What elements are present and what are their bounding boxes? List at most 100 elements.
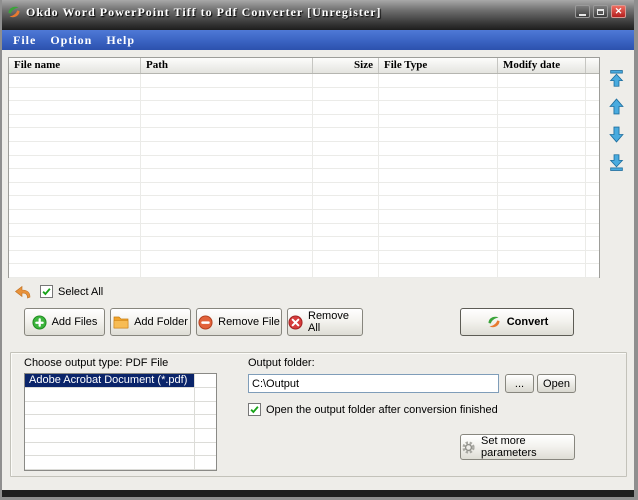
file-table-row — [9, 141, 599, 156]
file-table-row — [9, 223, 599, 238]
format-list-row[interactable] — [25, 429, 216, 443]
format-list-row[interactable] — [25, 456, 216, 471]
format-list-item-selected[interactable]: Adobe Acrobat Document (*.pdf) — [25, 374, 216, 388]
open-after-finish-checkbox[interactable]: Open the output folder after conversion … — [248, 403, 498, 416]
minimize-button[interactable] — [575, 5, 590, 18]
file-table-cell — [379, 155, 498, 169]
column-header-size[interactable]: Size — [313, 58, 379, 73]
file-table-cell — [313, 101, 379, 114]
move-to-bottom-button[interactable] — [608, 154, 625, 171]
checkbox-checked-icon — [248, 403, 261, 416]
menu-item-help[interactable]: Help — [99, 33, 142, 48]
file-table-cell — [141, 169, 313, 182]
file-table-cell — [498, 196, 586, 209]
move-up-button[interactable] — [608, 98, 625, 115]
file-table-cell — [9, 114, 141, 128]
file-table-cell — [141, 223, 313, 237]
menu-item-option[interactable]: Option — [43, 33, 99, 48]
file-table-cell — [586, 88, 599, 101]
format-list-label — [25, 456, 195, 470]
cross-icon — [288, 314, 303, 330]
format-list-row[interactable] — [25, 415, 216, 430]
file-table-cell — [379, 74, 498, 87]
file-table-cell — [379, 128, 498, 141]
file-table-cell — [498, 87, 586, 101]
set-more-parameters-button[interactable]: Set more parameters — [460, 434, 575, 460]
file-table-cell — [586, 196, 599, 209]
file-table-cell — [313, 196, 379, 209]
format-list-row[interactable] — [25, 442, 216, 457]
reorder-hint-arrow-icon — [15, 285, 31, 299]
maximize-button[interactable] — [593, 5, 608, 18]
file-table-cell — [141, 128, 313, 141]
file-table-cell — [586, 237, 599, 250]
close-button[interactable]: ✕ — [611, 5, 626, 18]
file-table-cell — [313, 169, 379, 182]
remove-file-button[interactable]: Remove File — [196, 308, 282, 336]
add-folder-button[interactable]: Add Folder — [110, 308, 191, 336]
format-list-gutter — [195, 456, 216, 469]
move-to-top-button[interactable] — [608, 70, 625, 87]
file-table-cell — [586, 169, 599, 182]
file-table-cell — [586, 224, 599, 237]
file-table-cell — [313, 209, 379, 223]
browse-button[interactable]: ... — [505, 374, 534, 393]
checkbox-checked-icon — [40, 285, 53, 298]
file-table-cell — [9, 209, 141, 223]
column-header-file-name[interactable]: File name — [9, 58, 141, 73]
column-header-file-type[interactable]: File Type — [379, 58, 498, 73]
format-list-gutter — [195, 388, 216, 401]
select-all-checkbox[interactable]: Select All — [40, 285, 103, 298]
file-table-cell — [141, 250, 313, 264]
file-table-cell — [586, 74, 599, 87]
move-down-button[interactable] — [608, 126, 625, 143]
column-header-extra[interactable] — [586, 58, 599, 73]
open-folder-button[interactable]: Open — [537, 374, 576, 393]
file-table-cell — [586, 128, 599, 141]
remove-all-button[interactable]: Remove All — [287, 308, 363, 336]
add-files-button[interactable]: Add Files — [24, 308, 105, 336]
file-table-cell — [498, 101, 586, 114]
format-list-label — [25, 429, 195, 442]
file-table-row — [9, 250, 599, 265]
column-header-modify-date[interactable]: Modify date — [498, 58, 586, 73]
file-table-cell — [379, 209, 498, 223]
window-title: Okdo Word PowerPoint Tiff to Pdf Convert… — [26, 4, 382, 19]
file-table-cell — [498, 182, 586, 196]
format-list-row[interactable] — [25, 401, 216, 416]
convert-button[interactable]: Convert — [460, 308, 574, 336]
file-table-cell — [141, 264, 313, 277]
file-table-row — [9, 101, 599, 115]
file-table-cell — [586, 115, 599, 128]
file-table-cell — [9, 169, 141, 182]
format-list-label — [25, 388, 195, 401]
column-header-path[interactable]: Path — [141, 58, 313, 73]
file-table-cell — [379, 169, 498, 182]
file-table-cell — [379, 250, 498, 264]
format-list-label: Adobe Acrobat Document (*.pdf) — [25, 374, 195, 387]
output-format-list[interactable]: Adobe Acrobat Document (*.pdf) — [24, 373, 217, 471]
format-list-label — [25, 442, 195, 456]
gear-icon — [462, 440, 475, 454]
output-folder-input[interactable] — [248, 374, 499, 393]
file-table-cell — [9, 141, 141, 155]
file-table[interactable]: File name Path Size File Type Modify date — [8, 57, 600, 278]
format-list-gutter — [195, 443, 216, 456]
file-table-cell — [498, 237, 586, 250]
output-folder-label: Output folder: — [248, 357, 315, 369]
format-list-label — [25, 401, 195, 415]
file-table-row — [9, 155, 599, 170]
file-table-cell — [313, 87, 379, 101]
file-table-cell — [586, 183, 599, 196]
format-list-row[interactable] — [25, 388, 216, 402]
menu-item-file[interactable]: File — [6, 33, 43, 48]
file-table-cell — [586, 210, 599, 223]
file-table-cell — [141, 114, 313, 128]
format-list-gutter — [195, 429, 216, 442]
file-table-cell — [141, 237, 313, 250]
file-table-cell — [586, 101, 599, 114]
file-table-cell — [498, 74, 586, 87]
file-table-cell — [313, 264, 379, 277]
format-list-gutter — [195, 415, 216, 428]
file-table-cell — [141, 155, 313, 169]
